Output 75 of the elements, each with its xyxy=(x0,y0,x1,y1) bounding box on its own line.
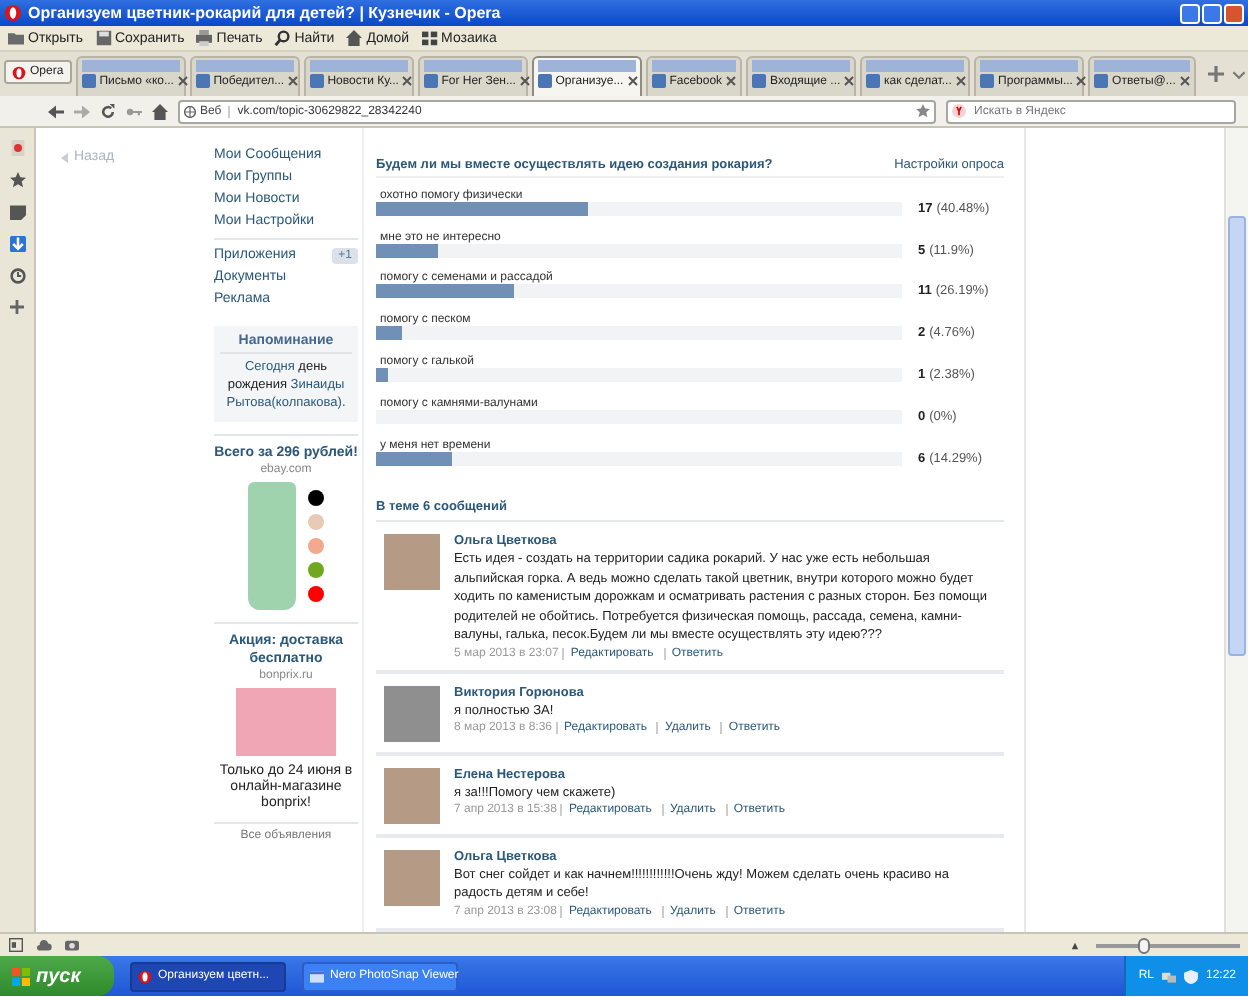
color-swatch[interactable] xyxy=(308,586,324,602)
shield-icon[interactable] xyxy=(1183,969,1198,983)
scrollbar-thumb[interactable] xyxy=(1228,216,1246,656)
tab-thumbnail xyxy=(81,60,180,72)
clock-icon[interactable] xyxy=(9,268,25,284)
reload-icon[interactable] xyxy=(100,103,116,119)
grid-icon xyxy=(421,30,438,46)
favicon-icon xyxy=(752,74,767,88)
chevron-down-icon[interactable] xyxy=(1231,68,1246,82)
home-icon xyxy=(346,30,363,46)
tab-thumbnail xyxy=(309,60,408,72)
close-icon[interactable] xyxy=(955,76,966,86)
close-icon[interactable] xyxy=(844,76,855,86)
star-icon[interactable] xyxy=(916,104,930,118)
scrollbar[interactable] xyxy=(1224,128,1248,932)
favicon-icon xyxy=(309,74,324,88)
close-icon[interactable] xyxy=(519,76,530,86)
color-swatch[interactable] xyxy=(308,490,324,506)
close-icon[interactable] xyxy=(726,76,737,86)
close-icon[interactable] xyxy=(1076,76,1087,86)
home-icon[interactable] xyxy=(152,103,168,119)
globe-icon xyxy=(184,105,196,117)
plus-icon[interactable] xyxy=(10,300,24,314)
folder-icon xyxy=(8,30,24,46)
panel-toggle-icon[interactable] xyxy=(8,938,24,952)
zoom-slider-thumb[interactable] xyxy=(1137,937,1150,953)
close-icon[interactable] xyxy=(288,76,299,86)
start-button[interactable]: пуск xyxy=(0,956,114,996)
tab-thumbnail xyxy=(195,60,294,72)
close-icon[interactable] xyxy=(627,76,638,86)
close-icon[interactable] xyxy=(402,76,413,86)
opera-logo-icon xyxy=(12,65,26,79)
tab-thumbnail xyxy=(423,60,522,72)
favicon-icon xyxy=(423,74,438,88)
tab-thumbnail xyxy=(866,60,965,72)
minimize-button[interactable] xyxy=(1180,3,1200,23)
opera-logo-icon xyxy=(4,4,22,22)
app-window-icon xyxy=(310,969,324,983)
favicon-icon xyxy=(81,74,96,88)
favicon-icon xyxy=(651,74,666,88)
maximize-button[interactable] xyxy=(1202,3,1222,23)
bookmark-icon[interactable] xyxy=(9,140,25,156)
plus-icon[interactable] xyxy=(1207,66,1224,82)
color-swatch[interactable] xyxy=(308,538,324,554)
camera-icon[interactable] xyxy=(64,938,80,952)
key-icon[interactable] xyxy=(126,103,142,119)
search-icon xyxy=(274,30,291,46)
photo-placeholder xyxy=(236,688,336,756)
favicon-icon xyxy=(866,74,881,88)
tab-thumbnail xyxy=(980,60,1079,72)
tab-thumbnail xyxy=(1094,60,1190,72)
window-title: Организуем цветник-рокарий для детей? | Кузнечик - Opera xyxy=(28,4,503,22)
favicon-icon xyxy=(1094,74,1109,88)
note-icon[interactable] xyxy=(9,204,25,220)
close-icon[interactable] xyxy=(177,76,188,86)
tab-thumbnail xyxy=(537,60,636,72)
color-swatch[interactable] xyxy=(308,562,324,578)
photo-placeholder xyxy=(248,482,296,610)
star-icon[interactable] xyxy=(9,172,25,188)
up-triangle-icon[interactable] xyxy=(1070,941,1080,949)
download-icon[interactable] xyxy=(9,236,25,252)
windows-logo-icon xyxy=(12,967,30,985)
color-swatch[interactable] xyxy=(308,514,324,530)
close-icon[interactable] xyxy=(1179,76,1190,86)
back-arrow-icon[interactable] xyxy=(48,103,64,119)
favicon-icon xyxy=(537,74,552,88)
favicon-icon xyxy=(195,74,210,88)
tab-thumbnail xyxy=(651,60,737,72)
cloud-icon[interactable] xyxy=(36,938,52,952)
favicon-icon xyxy=(980,74,995,88)
network-icon[interactable] xyxy=(1161,969,1176,983)
opera-logo-icon xyxy=(138,969,152,983)
left-triangle-icon xyxy=(60,151,70,163)
close-button[interactable] xyxy=(1224,3,1244,23)
tab-thumbnail xyxy=(752,60,851,72)
